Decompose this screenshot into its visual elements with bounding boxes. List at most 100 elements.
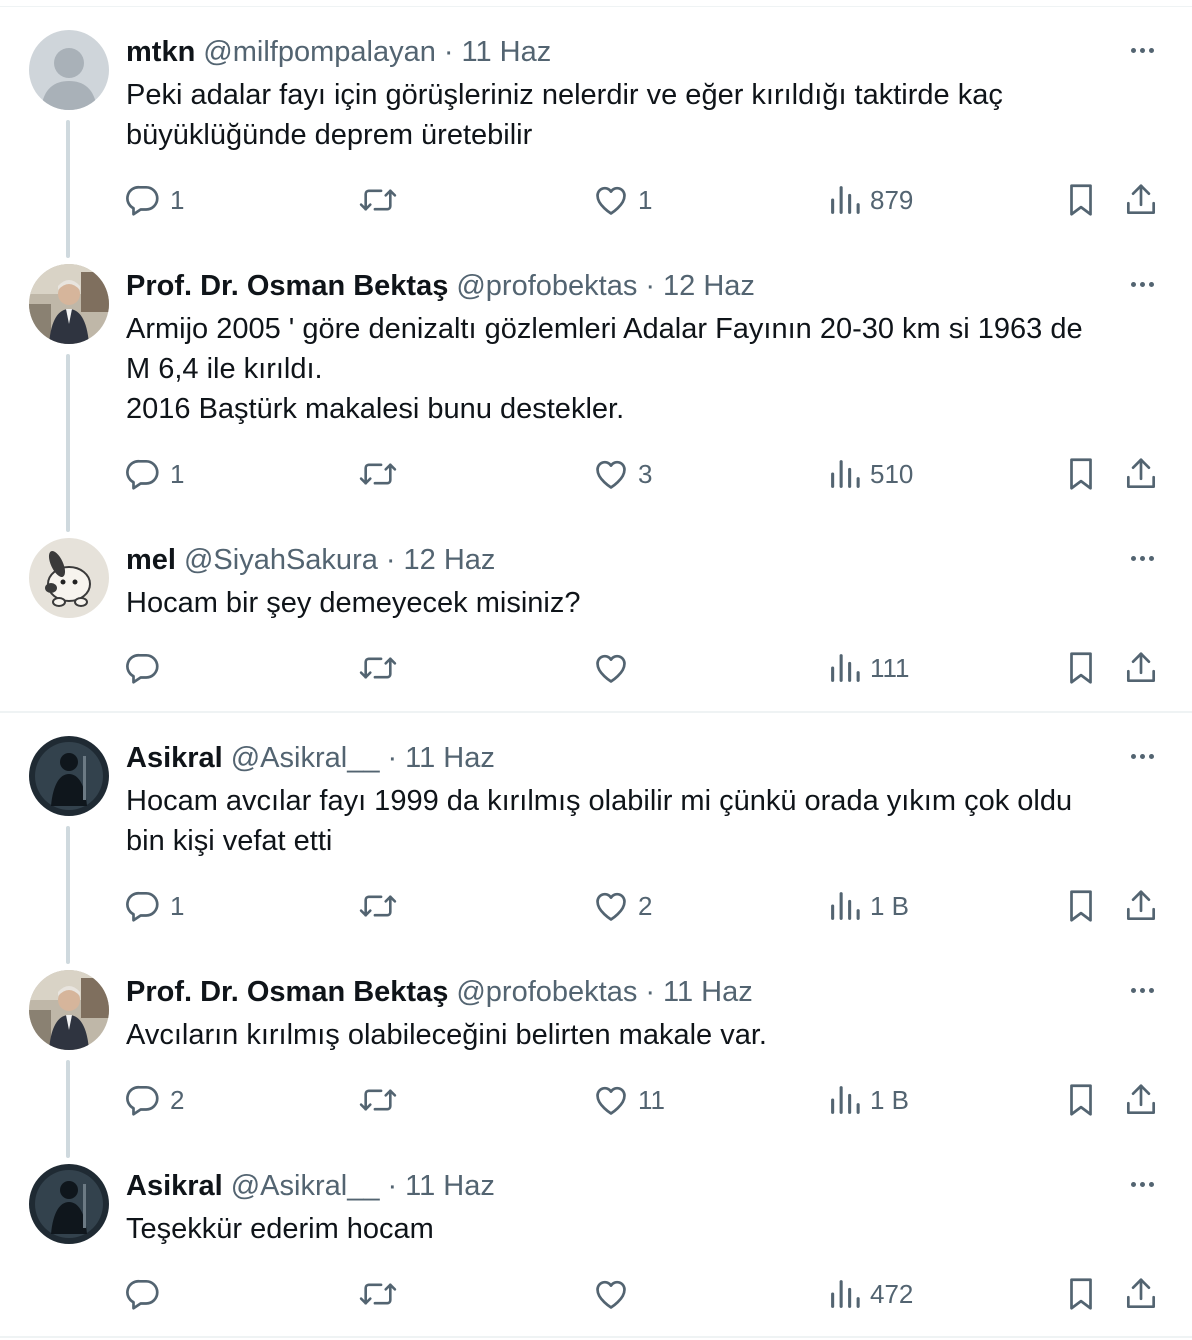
tweet-date[interactable]: 11 Haz	[405, 1168, 495, 1204]
tweet-text: Hocam avcılar fayı 1999 da kırılmış olab…	[126, 781, 1166, 861]
bookmark-button[interactable]	[1062, 454, 1100, 494]
heart-icon	[596, 892, 626, 921]
retweet-button[interactable]	[358, 1274, 398, 1314]
like-button[interactable]	[592, 648, 638, 688]
bookmark-button[interactable]	[1062, 1080, 1100, 1120]
tweet-date[interactable]: 12 Haz	[663, 268, 755, 304]
avatar[interactable]	[29, 1164, 109, 1244]
more-options-icon[interactable]	[1122, 976, 1162, 1004]
like-button[interactable]: 2	[592, 886, 652, 926]
user-handle[interactable]: @Asikral__	[231, 1168, 380, 1204]
retweet-button[interactable]	[358, 454, 398, 494]
views-count: 1 B	[870, 891, 910, 921]
views-button[interactable]: 510	[828, 454, 913, 494]
bookmark-icon	[1070, 890, 1092, 922]
avatar[interactable]	[29, 30, 109, 110]
user-handle[interactable]: @profobektas	[456, 268, 637, 304]
reply-button[interactable]	[124, 1274, 170, 1314]
tweet-text: Peki adalar fayı için görüşleriniz neler…	[126, 75, 1166, 155]
views-chart-icon	[831, 892, 860, 920]
reply-button[interactable]	[124, 648, 170, 688]
tweet-header: Asikral @Asikral__ · 11 Haz	[126, 740, 495, 776]
more-options-icon[interactable]	[1122, 742, 1162, 770]
tweet-header: mtkn @milfpompalayan · 11 Haz	[126, 34, 551, 70]
separator-dot: ·	[385, 544, 396, 576]
views-button[interactable]: 1 B	[828, 1080, 909, 1120]
reply-button[interactable]: 2	[124, 1080, 184, 1120]
display-name[interactable]: mel	[126, 542, 176, 578]
tweet-date[interactable]: 11 Haz	[462, 34, 552, 70]
tweet[interactable]: mel @SiyahSakura · 12 Haz Hocam bir şey …	[0, 538, 1192, 698]
reply-count: 1	[170, 459, 185, 489]
retweet-button[interactable]	[358, 180, 398, 220]
bookmark-button[interactable]	[1062, 1274, 1100, 1314]
user-handle[interactable]: @profobektas	[456, 974, 637, 1010]
views-button[interactable]: 1 B	[828, 886, 909, 926]
display-name[interactable]: Asikral	[126, 740, 223, 776]
tweet-text-line: Avcıların kırılmış olabileceğini belirte…	[126, 1019, 767, 1051]
avatar[interactable]	[29, 264, 109, 344]
display-name[interactable]: mtkn	[126, 34, 195, 70]
tweet-text-line: Armijo 2005 ' göre denizaltı gözlemleri …	[126, 313, 1083, 345]
views-chart-icon	[831, 186, 860, 214]
reply-icon	[126, 185, 159, 216]
share-button[interactable]	[1122, 886, 1160, 926]
display-name[interactable]: Prof. Dr. Osman Bektaş	[126, 974, 448, 1010]
like-count: 1	[638, 185, 653, 215]
user-handle[interactable]: @Asikral__	[231, 740, 380, 776]
views-button[interactable]: 472	[828, 1274, 913, 1314]
retweet-button[interactable]	[358, 886, 398, 926]
avatar[interactable]	[29, 736, 109, 816]
reply-button[interactable]: 1	[124, 886, 184, 926]
share-button[interactable]	[1122, 1274, 1160, 1314]
retweet-icon	[359, 895, 397, 917]
more-options-icon[interactable]	[1122, 1170, 1162, 1198]
share-button[interactable]	[1122, 180, 1160, 220]
avatar[interactable]	[29, 538, 109, 618]
tweet-date[interactable]: 12 Haz	[404, 542, 496, 578]
retweet-button[interactable]	[358, 1080, 398, 1120]
bookmark-button[interactable]	[1062, 180, 1100, 220]
bookmark-button[interactable]	[1062, 648, 1100, 688]
views-button[interactable]: 879	[828, 180, 913, 220]
user-handle[interactable]: @SiyahSakura	[184, 542, 378, 578]
tweet-date[interactable]: 11 Haz	[663, 974, 753, 1010]
bookmark-icon	[1070, 652, 1092, 684]
tweet[interactable]: Prof. Dr. Osman Bektaş @profobektas · 12…	[0, 264, 1192, 504]
views-chart-icon	[831, 654, 860, 682]
reply-button[interactable]: 1	[124, 454, 184, 494]
more-options-icon[interactable]	[1122, 270, 1162, 298]
avatar[interactable]	[29, 970, 109, 1050]
tweet[interactable]: Asikral @Asikral__ · 11 Haz Teşekkür ede…	[0, 1164, 1192, 1324]
bookmark-button[interactable]	[1062, 886, 1100, 926]
display-name[interactable]: Asikral	[126, 1168, 223, 1204]
tweet[interactable]: Prof. Dr. Osman Bektaş @profobektas · 11…	[0, 970, 1192, 1130]
tweet[interactable]: mtkn @milfpompalayan · 11 Haz Peki adala…	[0, 30, 1192, 230]
views-chart-icon	[831, 1086, 860, 1114]
tweet-date[interactable]: 11 Haz	[405, 740, 495, 776]
views-count: 472	[870, 1279, 914, 1309]
professor-avatar-icon	[29, 970, 109, 1050]
like-button[interactable]	[592, 1274, 638, 1314]
heart-icon	[596, 186, 626, 215]
share-icon	[1126, 458, 1156, 489]
reply-button[interactable]: 1	[124, 180, 184, 220]
tweet-text-line: büyüklüğünde deprem üretebilir	[126, 119, 533, 151]
tweet[interactable]: Asikral @Asikral__ · 11 Haz Hocam avcıla…	[0, 736, 1192, 936]
share-button[interactable]	[1122, 648, 1160, 688]
retweet-icon	[359, 463, 397, 485]
share-button[interactable]	[1122, 1080, 1160, 1120]
reply-icon	[126, 653, 159, 684]
more-options-icon[interactable]	[1122, 36, 1162, 64]
top-divider	[0, 6, 1192, 7]
display-name[interactable]: Prof. Dr. Osman Bektaş	[126, 268, 448, 304]
retweet-button[interactable]	[358, 648, 398, 688]
like-button[interactable]: 3	[592, 454, 652, 494]
like-button[interactable]: 11	[592, 1080, 665, 1120]
share-button[interactable]	[1122, 454, 1160, 494]
more-options-icon[interactable]	[1122, 544, 1162, 572]
views-button[interactable]: 111	[828, 648, 910, 688]
like-button[interactable]: 1	[592, 180, 652, 220]
user-handle[interactable]: @milfpompalayan	[203, 34, 436, 70]
like-count: 11	[638, 1085, 665, 1115]
